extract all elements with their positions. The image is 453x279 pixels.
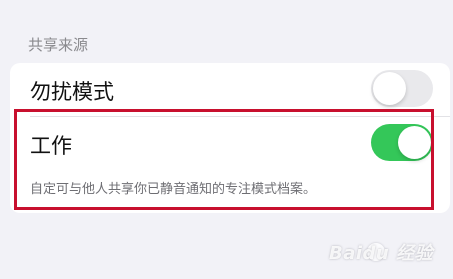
section-header: 共享来源 <box>28 36 89 54</box>
do-not-disturb-toggle[interactable] <box>371 70 433 107</box>
row-do-not-disturb[interactable]: 勿扰模式 <box>10 63 450 115</box>
row-label-do-not-disturb: 勿扰模式 <box>30 80 114 104</box>
highlight-annotation-box <box>14 109 434 210</box>
watermark-logo: Baidu 经验 <box>328 243 433 264</box>
toggle-knob <box>373 72 406 105</box>
